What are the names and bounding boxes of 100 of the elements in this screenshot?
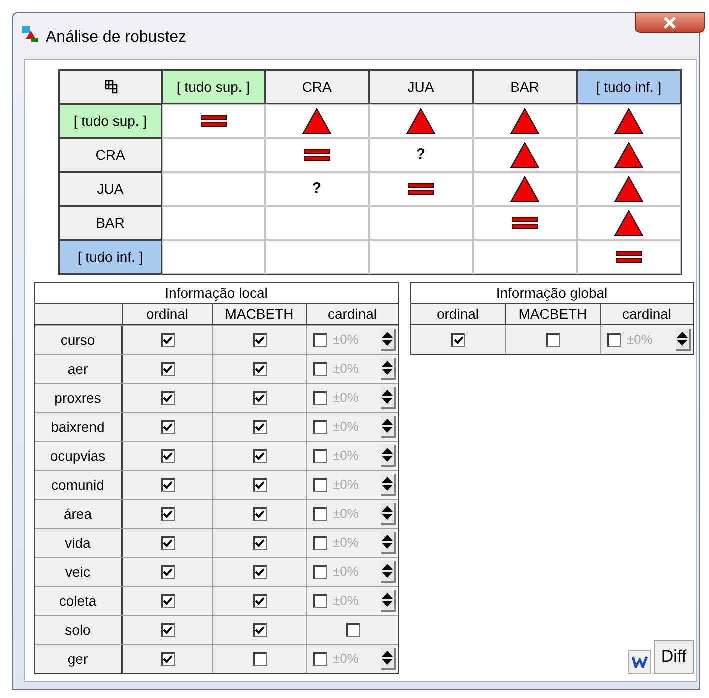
checkbox[interactable] <box>252 652 266 666</box>
row-header[interactable]: [ tudo sup. ] <box>59 104 162 138</box>
checkbox[interactable] <box>160 333 174 347</box>
matrix-cell[interactable] <box>473 240 577 274</box>
matrix-cell[interactable] <box>162 138 265 172</box>
spinner-button[interactable] <box>381 387 396 409</box>
row-header[interactable]: CRA <box>59 138 162 172</box>
spinner-button[interactable] <box>381 561 396 583</box>
checkbox[interactable] <box>313 536 327 550</box>
matrix-cell[interactable] <box>369 104 473 138</box>
spinner-button[interactable] <box>381 503 396 525</box>
check-icon <box>163 481 173 490</box>
equal-icon <box>304 149 330 161</box>
spinner-button[interactable] <box>381 416 396 438</box>
row-header[interactable]: BAR <box>59 206 162 240</box>
spinner-button[interactable] <box>381 358 396 380</box>
checkbox[interactable] <box>313 478 327 492</box>
spinner-button[interactable] <box>381 445 396 467</box>
word-export-button[interactable] <box>628 650 651 674</box>
triangle-icon <box>614 210 644 236</box>
checkbox[interactable] <box>252 623 266 637</box>
checkbox[interactable] <box>451 332 465 346</box>
up-down-arrows-icon <box>382 477 393 491</box>
checkbox[interactable] <box>160 478 174 492</box>
check-icon <box>255 336 265 345</box>
checkbox[interactable] <box>160 391 174 405</box>
checkbox[interactable] <box>313 333 327 347</box>
triangle-icon <box>614 108 644 134</box>
spinner-button[interactable] <box>381 329 396 351</box>
checkbox[interactable] <box>313 594 327 608</box>
matrix-cell[interactable] <box>473 138 577 172</box>
checkbox[interactable] <box>313 449 327 463</box>
checkbox[interactable] <box>546 332 560 346</box>
matrix-cell[interactable] <box>265 240 369 274</box>
matrix-cell[interactable] <box>473 104 577 138</box>
triangle-icon <box>510 176 540 202</box>
checkbox[interactable] <box>160 536 174 550</box>
triangle-icon <box>614 176 644 202</box>
matrix-cell[interactable] <box>162 240 265 274</box>
matrix-cell[interactable]: ? <box>369 138 473 172</box>
checkbox[interactable] <box>252 536 266 550</box>
checkbox[interactable] <box>252 362 266 376</box>
matrix-cell[interactable] <box>162 172 265 206</box>
close-button[interactable] <box>635 12 705 33</box>
checkbox[interactable] <box>252 333 266 347</box>
checkbox[interactable] <box>313 420 327 434</box>
matrix-cell[interactable] <box>369 206 473 240</box>
checkbox[interactable] <box>252 478 266 492</box>
checkbox[interactable] <box>252 391 266 405</box>
matrix-cell[interactable] <box>473 172 577 206</box>
checkbox[interactable] <box>313 362 327 376</box>
up-down-arrows-icon <box>382 535 393 549</box>
matrix-cell[interactable] <box>473 206 577 240</box>
matrix-cell[interactable] <box>369 172 473 206</box>
matrix-cell[interactable] <box>577 138 681 172</box>
spinner-button[interactable] <box>381 474 396 496</box>
matrix-cell[interactable] <box>162 104 265 138</box>
matrix-cell[interactable] <box>265 206 369 240</box>
checkbox[interactable] <box>160 362 174 376</box>
row-header[interactable]: JUA <box>59 172 162 206</box>
column-header[interactable]: JUA <box>369 70 473 104</box>
checkbox[interactable] <box>607 332 621 346</box>
matrix-cell[interactable] <box>265 104 369 138</box>
column-header[interactable]: [ tudo inf. ] <box>577 70 681 104</box>
checkbox[interactable] <box>252 420 266 434</box>
checkbox[interactable] <box>160 449 174 463</box>
checkbox[interactable] <box>313 391 327 405</box>
checkbox[interactable] <box>313 507 327 521</box>
matrix-cell[interactable]: ? <box>265 172 369 206</box>
diff-button[interactable]: Diff <box>654 640 694 674</box>
column-header[interactable]: [ tudo sup. ] <box>162 70 265 104</box>
checkbox[interactable] <box>252 594 266 608</box>
column-header[interactable]: CRA <box>265 70 369 104</box>
matrix-cell[interactable] <box>577 240 681 274</box>
spinner-button[interactable] <box>381 532 396 554</box>
corner-button[interactable] <box>59 70 162 104</box>
checkbox[interactable] <box>160 420 174 434</box>
matrix-cell[interactable] <box>162 206 265 240</box>
matrix-cell[interactable] <box>265 138 369 172</box>
matrix-cell[interactable] <box>577 104 681 138</box>
checkbox[interactable] <box>160 594 174 608</box>
checkbox[interactable] <box>160 507 174 521</box>
checkbox[interactable] <box>313 565 327 579</box>
checkbox[interactable] <box>346 623 360 637</box>
spinner-button[interactable] <box>381 590 396 612</box>
check-icon <box>163 365 173 374</box>
spinner-button[interactable] <box>676 328 691 350</box>
spinner-button[interactable] <box>381 648 396 670</box>
checkbox[interactable] <box>313 652 327 666</box>
matrix-cell[interactable] <box>577 206 681 240</box>
matrix-cell[interactable] <box>577 172 681 206</box>
checkbox[interactable] <box>160 652 174 666</box>
checkbox[interactable] <box>252 449 266 463</box>
checkbox[interactable] <box>160 623 174 637</box>
checkbox[interactable] <box>160 565 174 579</box>
checkbox[interactable] <box>252 565 266 579</box>
checkbox[interactable] <box>252 507 266 521</box>
row-header[interactable]: [ tudo inf. ] <box>59 240 162 274</box>
column-header[interactable]: BAR <box>473 70 577 104</box>
matrix-cell[interactable] <box>369 240 473 274</box>
